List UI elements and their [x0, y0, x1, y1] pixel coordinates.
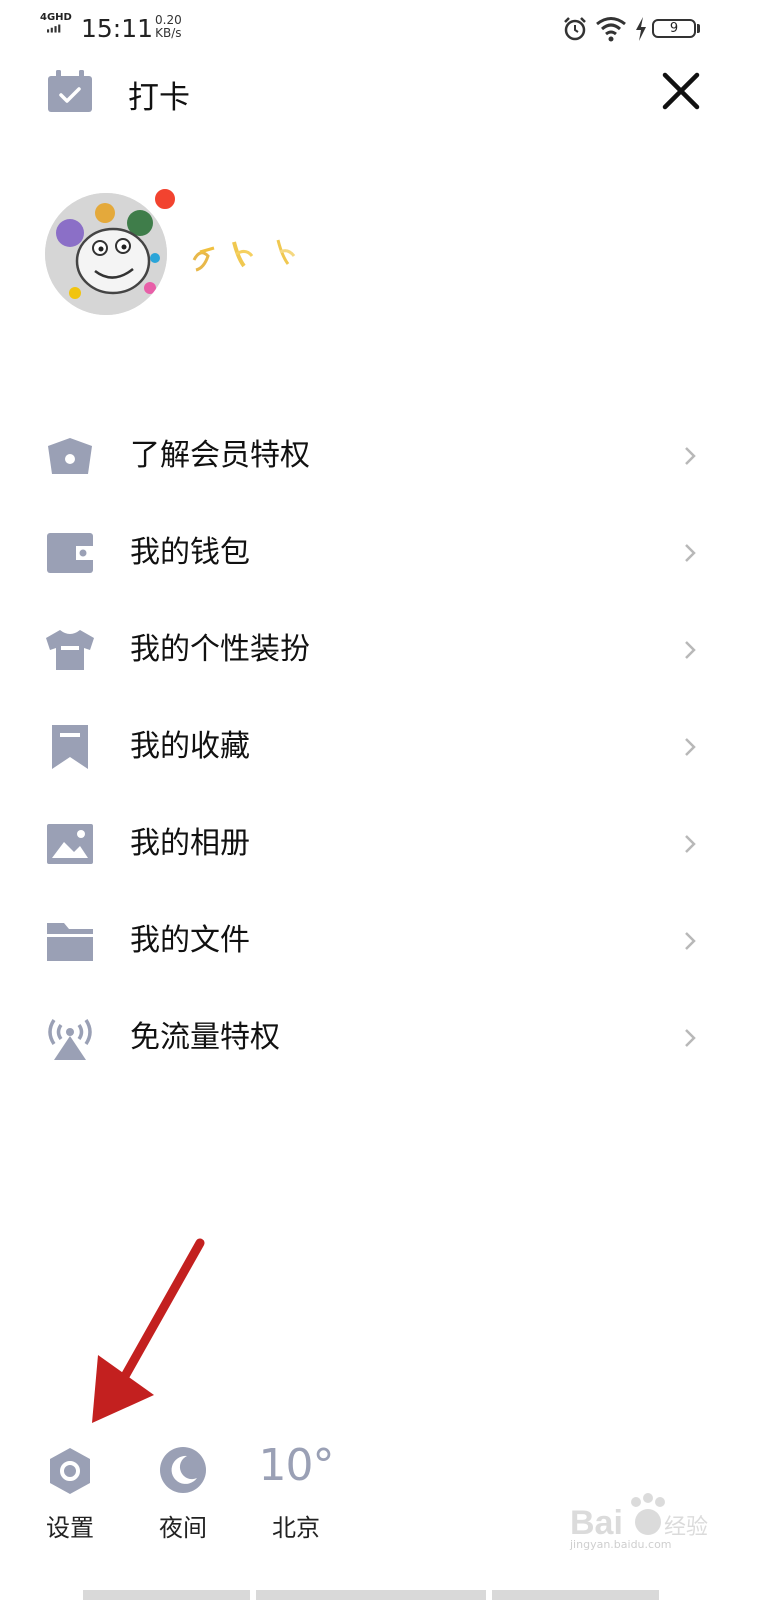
menu-list: 了解会员特权 我的钱包 我的个性装扮 我的收藏 我的相册 我的文件 免流量特权: [0, 408, 757, 1087]
nickname-decoration: [192, 239, 296, 272]
menu-item-label: 我的文件: [130, 923, 250, 958]
weather-temperature: 10°: [258, 1440, 335, 1491]
menu-item-label: 我的钱包: [130, 535, 250, 570]
weather-widget[interactable]: 10° 北京: [254, 1440, 338, 1550]
photo-icon: [47, 824, 93, 864]
menu-item-free-data[interactable]: 免流量特权: [0, 990, 757, 1087]
signal-icon: [47, 24, 61, 33]
bookmark-icon: [52, 725, 88, 769]
weather-city: 北京: [272, 1514, 320, 1542]
network-type: 4GHD: [40, 12, 72, 23]
menu-item-label: 我的个性装扮: [130, 632, 310, 667]
menu-item-label: 了解会员特权: [130, 438, 310, 473]
night-mode-label: 夜间: [159, 1514, 207, 1542]
nav-indicator-right: [492, 1590, 659, 1600]
menu-item-wallet[interactable]: 我的钱包: [0, 505, 757, 602]
wifi-icon: [596, 17, 626, 42]
menu-item-vip-privileges[interactable]: 了解会员特权: [0, 408, 757, 505]
menu-item-label: 我的收藏: [130, 729, 250, 764]
antenna-icon: [48, 1019, 92, 1060]
charging-icon: [636, 17, 646, 41]
chevron-right-icon: [685, 1029, 696, 1047]
network-speed: 0.20 KB/s: [155, 14, 182, 40]
tshirt-icon: [46, 630, 94, 670]
svg-text:经验: 经验: [664, 1514, 708, 1539]
network-speed-unit: KB/s: [155, 26, 182, 40]
menu-item-files[interactable]: 我的文件: [0, 893, 757, 990]
avatar[interactable]: [45, 193, 167, 315]
menu-item-favorites[interactable]: 我的收藏: [0, 699, 757, 796]
chevron-right-icon: [685, 544, 696, 562]
settings-hexagon-icon: [50, 1448, 90, 1494]
night-mode-button[interactable]: 夜间: [143, 1440, 223, 1550]
wallet-icon: [47, 533, 93, 573]
checkin-label[interactable]: 打卡: [128, 72, 190, 117]
menu-item-personal-dressup[interactable]: 我的个性装扮: [0, 602, 757, 699]
chevron-right-icon: [685, 738, 696, 756]
settings-label: 设置: [46, 1514, 94, 1542]
menu-item-album[interactable]: 我的相册: [0, 796, 757, 893]
menu-item-label: 免流量特权: [130, 1020, 280, 1055]
chevron-right-icon: [685, 932, 696, 950]
clock-time: 15:11: [81, 14, 154, 43]
red-arrow-annotation: [92, 1238, 205, 1423]
settings-button[interactable]: 设置: [30, 1440, 110, 1550]
notification-dot: [153, 187, 177, 211]
calendar-check-icon[interactable]: [46, 70, 94, 114]
status-bar: 4GHD 15:11 0.20 KB/s 9: [0, 0, 757, 60]
svg-text:Bai: Bai: [570, 1504, 623, 1542]
alarm-icon: [564, 17, 586, 41]
folder-icon: [47, 923, 93, 961]
chevron-right-icon: [685, 447, 696, 465]
avatar-image: [45, 193, 167, 315]
nav-indicator-left: [83, 1590, 250, 1600]
crown-icon: [48, 438, 92, 474]
nav-indicator-middle: [256, 1590, 486, 1600]
battery-level: 9: [652, 19, 696, 38]
watermark-url: jingyan.baidu.com: [570, 1538, 672, 1551]
moon-icon: [160, 1447, 206, 1493]
menu-item-label: 我的相册: [130, 826, 250, 861]
close-icon[interactable]: [660, 70, 702, 112]
battery-tip: [697, 24, 700, 33]
chevron-right-icon: [685, 835, 696, 853]
chevron-right-icon: [685, 641, 696, 659]
